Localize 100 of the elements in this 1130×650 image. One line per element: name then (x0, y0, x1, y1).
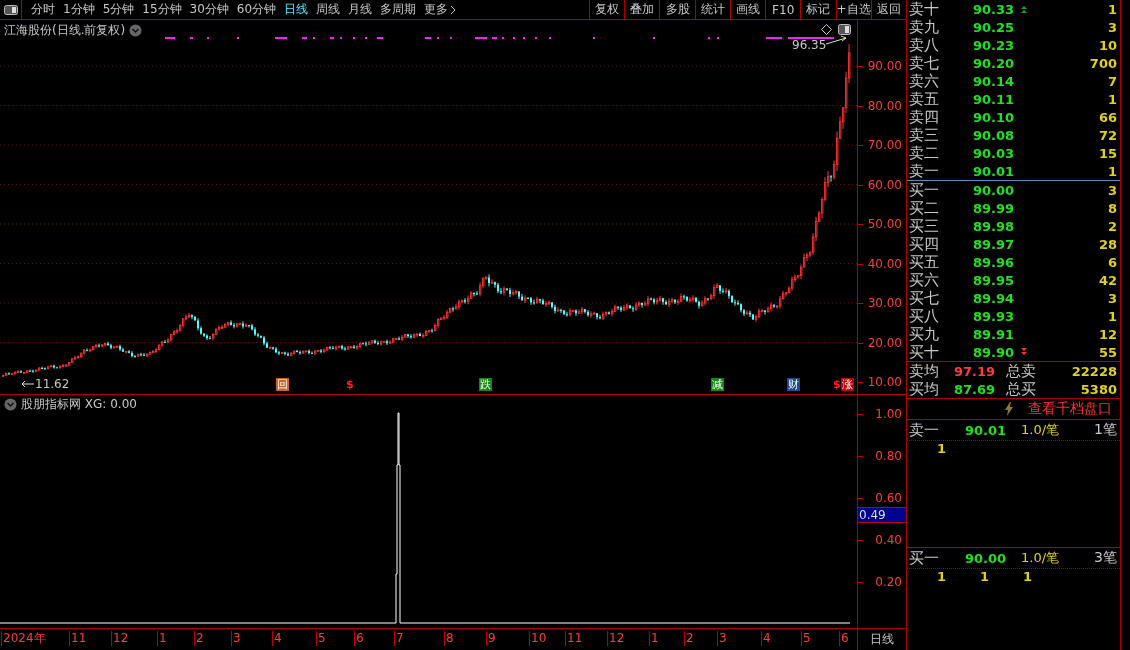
level-label: 卖三 (909, 125, 940, 145)
total-volume-value: 22228 (1070, 363, 1117, 379)
volume-value: 7 (1106, 73, 1117, 89)
toolbar-button[interactable]: 画线 (729, 0, 766, 19)
period-tab[interactable]: 30分钟 (185, 0, 233, 19)
indicator-tick-label: 0.80 (875, 449, 902, 463)
level-label: 卖一 (909, 161, 940, 181)
high-price-label: 96.35 (792, 38, 827, 52)
price-value: 89.96 (973, 254, 1016, 270)
volume-value: 700 (1088, 55, 1117, 71)
toolbar-button[interactable]: +自选 (835, 0, 871, 19)
date-label: 12 (607, 631, 625, 646)
price-value: 89.97 (973, 236, 1016, 252)
volume-value: 1 (1106, 163, 1117, 179)
toolbar-button[interactable]: 叠加 (624, 0, 660, 19)
date-label: 1 (157, 631, 167, 646)
price-value: 89.99 (973, 200, 1016, 216)
price-tick-label: 20.00 (867, 335, 902, 350)
toolbar-button[interactable]: 统计 (694, 0, 730, 19)
level-label: 卖四 (909, 107, 940, 127)
toolbar-button[interactable]: 返回 (870, 0, 906, 19)
period-tab[interactable]: 60分钟 (232, 0, 281, 19)
order-count: 1笔 (1093, 421, 1117, 439)
event-marker: 回 (276, 378, 289, 391)
price-value: 90.11 (973, 91, 1016, 107)
level-label: 买十 (909, 342, 940, 362)
depth-link[interactable]: 查看千档盘口 (1028, 400, 1112, 418)
level-label: 卖十 (909, 0, 940, 19)
price-value: 89.95 (973, 272, 1016, 288)
level-label: 买六 (909, 270, 940, 290)
event-marker: $ (832, 378, 842, 391)
period-tab[interactable]: 周线 (312, 0, 345, 19)
date-label: 9 (486, 631, 496, 646)
queue-order-value: 1 (937, 569, 948, 586)
level-label: 买八 (909, 306, 940, 326)
date-label: 7 (394, 631, 404, 646)
level-label: 买九 (909, 324, 940, 344)
total-volume-value: 5380 (1079, 381, 1117, 397)
date-label: 2 (194, 631, 204, 646)
indicator-tick-label: 0.20 (875, 575, 902, 589)
average-price-value: 97.19 (954, 363, 997, 379)
price-value: 90.20 (973, 55, 1016, 71)
price-tick-label: 40.00 (867, 256, 902, 271)
per-order-value: 1.0/笔 (1021, 421, 1061, 439)
period-tab[interactable]: 月线 (344, 0, 377, 19)
average-price-value: 87.69 (954, 381, 997, 397)
level-label: 买二 (909, 198, 940, 218)
level-label: 买三 (909, 216, 940, 236)
toolbar-button[interactable]: F10 (765, 0, 801, 19)
date-label: 10 (529, 631, 547, 646)
date-label: 5 (316, 631, 326, 646)
level-label: 买七 (909, 288, 940, 308)
price-tick-label: 30.00 (867, 296, 902, 310)
level-label: 买五 (909, 252, 940, 272)
price-tick-label: 50.00 (867, 217, 902, 231)
volume-value: 3 (1106, 182, 1117, 198)
price-tick-label: 70.00 (867, 138, 902, 152)
period-tab[interactable]: 1分钟 (59, 0, 99, 19)
toolbar-button[interactable]: 多股 (659, 0, 695, 19)
level-label: 卖二 (909, 143, 940, 163)
price-value: 90.33 (973, 1, 1016, 17)
indicator-tick-label: 0.40 (875, 533, 902, 547)
period-tab[interactable]: 更多 (420, 0, 461, 19)
low-price-label: 11.62 (35, 377, 70, 391)
volume-value: 1 (1106, 308, 1117, 324)
price-value: 90.00 (973, 182, 1016, 198)
price-tick-label: 60.00 (867, 177, 902, 192)
price-tick-label: 80.00 (867, 98, 902, 113)
event-marker: 财 (787, 378, 800, 391)
price-value: 90.03 (973, 145, 1016, 161)
per-order-value: 1.0/笔 (1021, 549, 1061, 567)
period-label: 日线 (869, 630, 895, 648)
price-value: 90.23 (973, 37, 1016, 53)
toolbar-button[interactable]: 标记 (800, 0, 836, 19)
toolbar-button[interactable]: 复权 (589, 0, 625, 19)
date-label: 12 (111, 631, 129, 646)
price-value: 89.94 (973, 290, 1016, 306)
period-tab[interactable]: 5分钟 (98, 0, 139, 19)
event-marker: $ (345, 378, 355, 391)
period-tab[interactable]: 日线 (280, 0, 313, 19)
volume-value: 1 (1106, 91, 1117, 107)
current-value-label: 0.49 (858, 507, 906, 523)
price-value: 90.00 (965, 550, 1008, 566)
price-value: 89.93 (973, 308, 1016, 324)
volume-value: 15 (1097, 145, 1117, 161)
period-tab[interactable]: 分时 (27, 0, 59, 19)
price-value: 90.25 (973, 19, 1016, 35)
volume-value: 12 (1097, 326, 1117, 342)
stock-title: 江海股份(日线.前复权) (4, 22, 126, 39)
date-label: 3 (231, 631, 241, 646)
order-count: 3笔 (1093, 549, 1117, 567)
indicator-tick-label: 1.00 (875, 407, 902, 421)
queue-order-value: 1 (980, 569, 991, 586)
period-tab[interactable]: 多周期 (376, 0, 421, 19)
date-label: 6 (354, 631, 364, 646)
summary-label: 总买 (1006, 379, 1037, 399)
price-value: 89.90 (973, 344, 1016, 360)
period-tab[interactable]: 15分钟 (138, 0, 186, 19)
volume-value: 8 (1106, 200, 1117, 216)
price-value: 89.98 (973, 218, 1016, 234)
